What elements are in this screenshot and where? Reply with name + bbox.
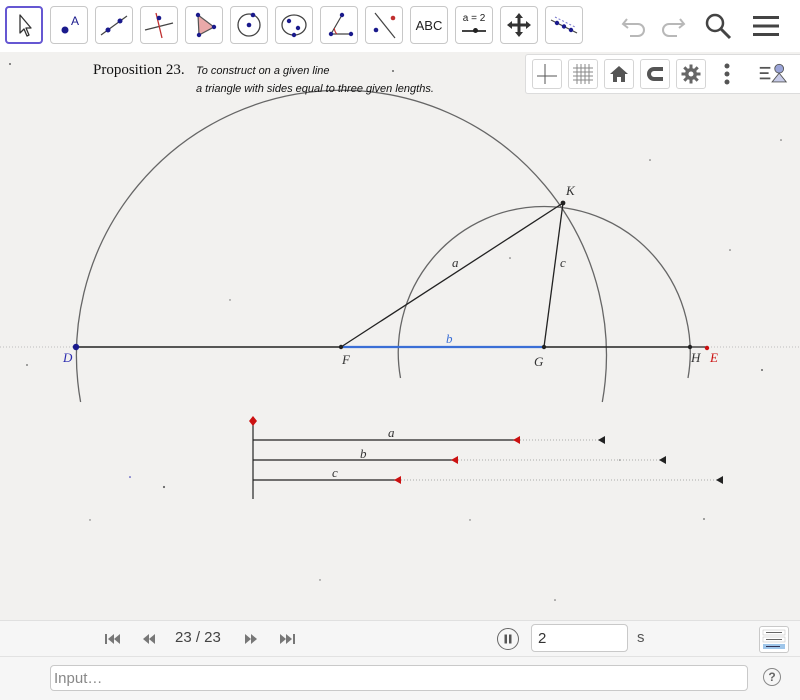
axes-icon bbox=[537, 64, 557, 84]
help-button[interactable]: ? bbox=[763, 668, 781, 686]
circle-center-point-icon bbox=[237, 12, 261, 37]
skip-last-icon bbox=[280, 634, 295, 644]
line-tool-button[interactable] bbox=[95, 6, 133, 44]
view-menu-button[interactable] bbox=[758, 59, 788, 89]
point-h[interactable] bbox=[687, 344, 693, 350]
canvas-speckles bbox=[9, 63, 782, 601]
perpendicular-line-icon bbox=[144, 12, 174, 39]
circle-arc-center-g bbox=[397, 205, 691, 379]
construction-canvas bbox=[0, 63, 800, 601]
point-f[interactable] bbox=[338, 344, 344, 350]
toolbar: A ABC a = 2 bbox=[0, 0, 800, 52]
angle-tool-button[interactable] bbox=[320, 6, 358, 44]
point-e[interactable] bbox=[704, 345, 710, 351]
grid-icon bbox=[573, 64, 593, 84]
toggle-grid-button[interactable] bbox=[568, 59, 598, 89]
polygon-tool-button[interactable] bbox=[185, 6, 223, 44]
reflect-about-line-icon bbox=[373, 12, 396, 39]
graphics-settings-button[interactable] bbox=[676, 59, 706, 89]
more-vertical-icon bbox=[724, 63, 730, 85]
slider-icon: a = 2 bbox=[457, 8, 491, 42]
conic-ellipse-icon bbox=[281, 14, 307, 38]
move-graphics-view-icon bbox=[507, 13, 531, 37]
given-c-red-marker[interactable] bbox=[394, 476, 401, 484]
pointer-arrow-icon bbox=[19, 14, 32, 37]
point-capturing-button[interactable] bbox=[640, 59, 670, 89]
toggle-axes-button[interactable] bbox=[532, 59, 562, 89]
graphics-view[interactable]: Proposition 23. To construct on a given … bbox=[0, 52, 800, 620]
hamburger-menu-icon bbox=[753, 16, 779, 36]
pause-icon bbox=[504, 634, 512, 644]
redo-icon bbox=[662, 18, 686, 37]
move-tool-button[interactable] bbox=[5, 6, 43, 44]
segment-fk-a bbox=[340, 202, 564, 348]
next-step-button[interactable] bbox=[240, 629, 262, 649]
custom-tool-button[interactable] bbox=[545, 6, 583, 44]
text-tool-button[interactable]: ABC bbox=[410, 6, 448, 44]
main-menu-button[interactable] bbox=[748, 8, 784, 44]
more-options-button[interactable] bbox=[712, 59, 742, 89]
animation-bar: 23 / 23 s bbox=[0, 620, 800, 656]
search-icon bbox=[705, 13, 732, 40]
given-c-end-marker[interactable] bbox=[716, 476, 723, 484]
ellipse-tool-button[interactable] bbox=[275, 6, 313, 44]
first-step-button[interactable] bbox=[102, 629, 124, 649]
move-graphics-tool-button[interactable] bbox=[500, 6, 538, 44]
home-icon bbox=[610, 66, 628, 82]
step-counter: 23 / 23 bbox=[175, 629, 221, 646]
polygon-icon bbox=[195, 12, 217, 38]
input-bar: ? bbox=[0, 656, 800, 700]
view-menu-icon bbox=[759, 63, 788, 83]
point-k[interactable] bbox=[560, 200, 566, 206]
point-tool-button[interactable]: A bbox=[50, 6, 88, 44]
style-bar bbox=[525, 54, 800, 94]
given-a-end-marker[interactable] bbox=[598, 436, 605, 444]
algebra-view-icon bbox=[762, 629, 786, 649]
redo-button[interactable] bbox=[654, 8, 690, 44]
skip-first-icon bbox=[105, 634, 120, 644]
pause-button[interactable] bbox=[497, 628, 519, 650]
given-b-end-marker[interactable] bbox=[659, 456, 666, 464]
custom-tool-icon bbox=[550, 16, 578, 34]
slider-tool-button[interactable]: a = 2 bbox=[455, 6, 493, 44]
angle-icon bbox=[328, 12, 354, 37]
previous-step-button[interactable] bbox=[138, 629, 160, 649]
last-step-button[interactable] bbox=[276, 629, 298, 649]
point-d[interactable] bbox=[72, 343, 80, 351]
given-lengths-handle[interactable] bbox=[249, 416, 257, 426]
standard-view-button[interactable] bbox=[604, 59, 634, 89]
search-button[interactable] bbox=[700, 8, 736, 44]
line-through-two-points-icon bbox=[100, 15, 128, 36]
algebra-input[interactable] bbox=[50, 665, 748, 691]
algebra-view-button[interactable] bbox=[759, 626, 789, 653]
circle-tool-button[interactable] bbox=[230, 6, 268, 44]
gear-icon bbox=[681, 64, 701, 84]
step-forward-icon bbox=[245, 634, 257, 644]
circle-arc-center-f bbox=[75, 89, 608, 403]
given-a-red-marker[interactable] bbox=[513, 436, 520, 444]
point-icon: A bbox=[61, 14, 79, 34]
undo-icon bbox=[621, 18, 645, 37]
given-b-red-marker[interactable] bbox=[451, 456, 458, 464]
perpendicular-tool-button[interactable] bbox=[140, 6, 178, 44]
speed-unit: s bbox=[637, 629, 645, 646]
undo-button[interactable] bbox=[617, 8, 653, 44]
point-g[interactable] bbox=[541, 344, 547, 350]
magnet-icon bbox=[647, 67, 663, 81]
text-icon: ABC bbox=[415, 17, 443, 33]
step-back-icon bbox=[143, 634, 155, 644]
speed-input[interactable] bbox=[531, 624, 628, 652]
reflect-tool-button[interactable] bbox=[365, 6, 403, 44]
svg-text:A: A bbox=[71, 14, 79, 28]
help-icon: ? bbox=[768, 670, 776, 684]
segment-gk-c bbox=[543, 202, 564, 348]
